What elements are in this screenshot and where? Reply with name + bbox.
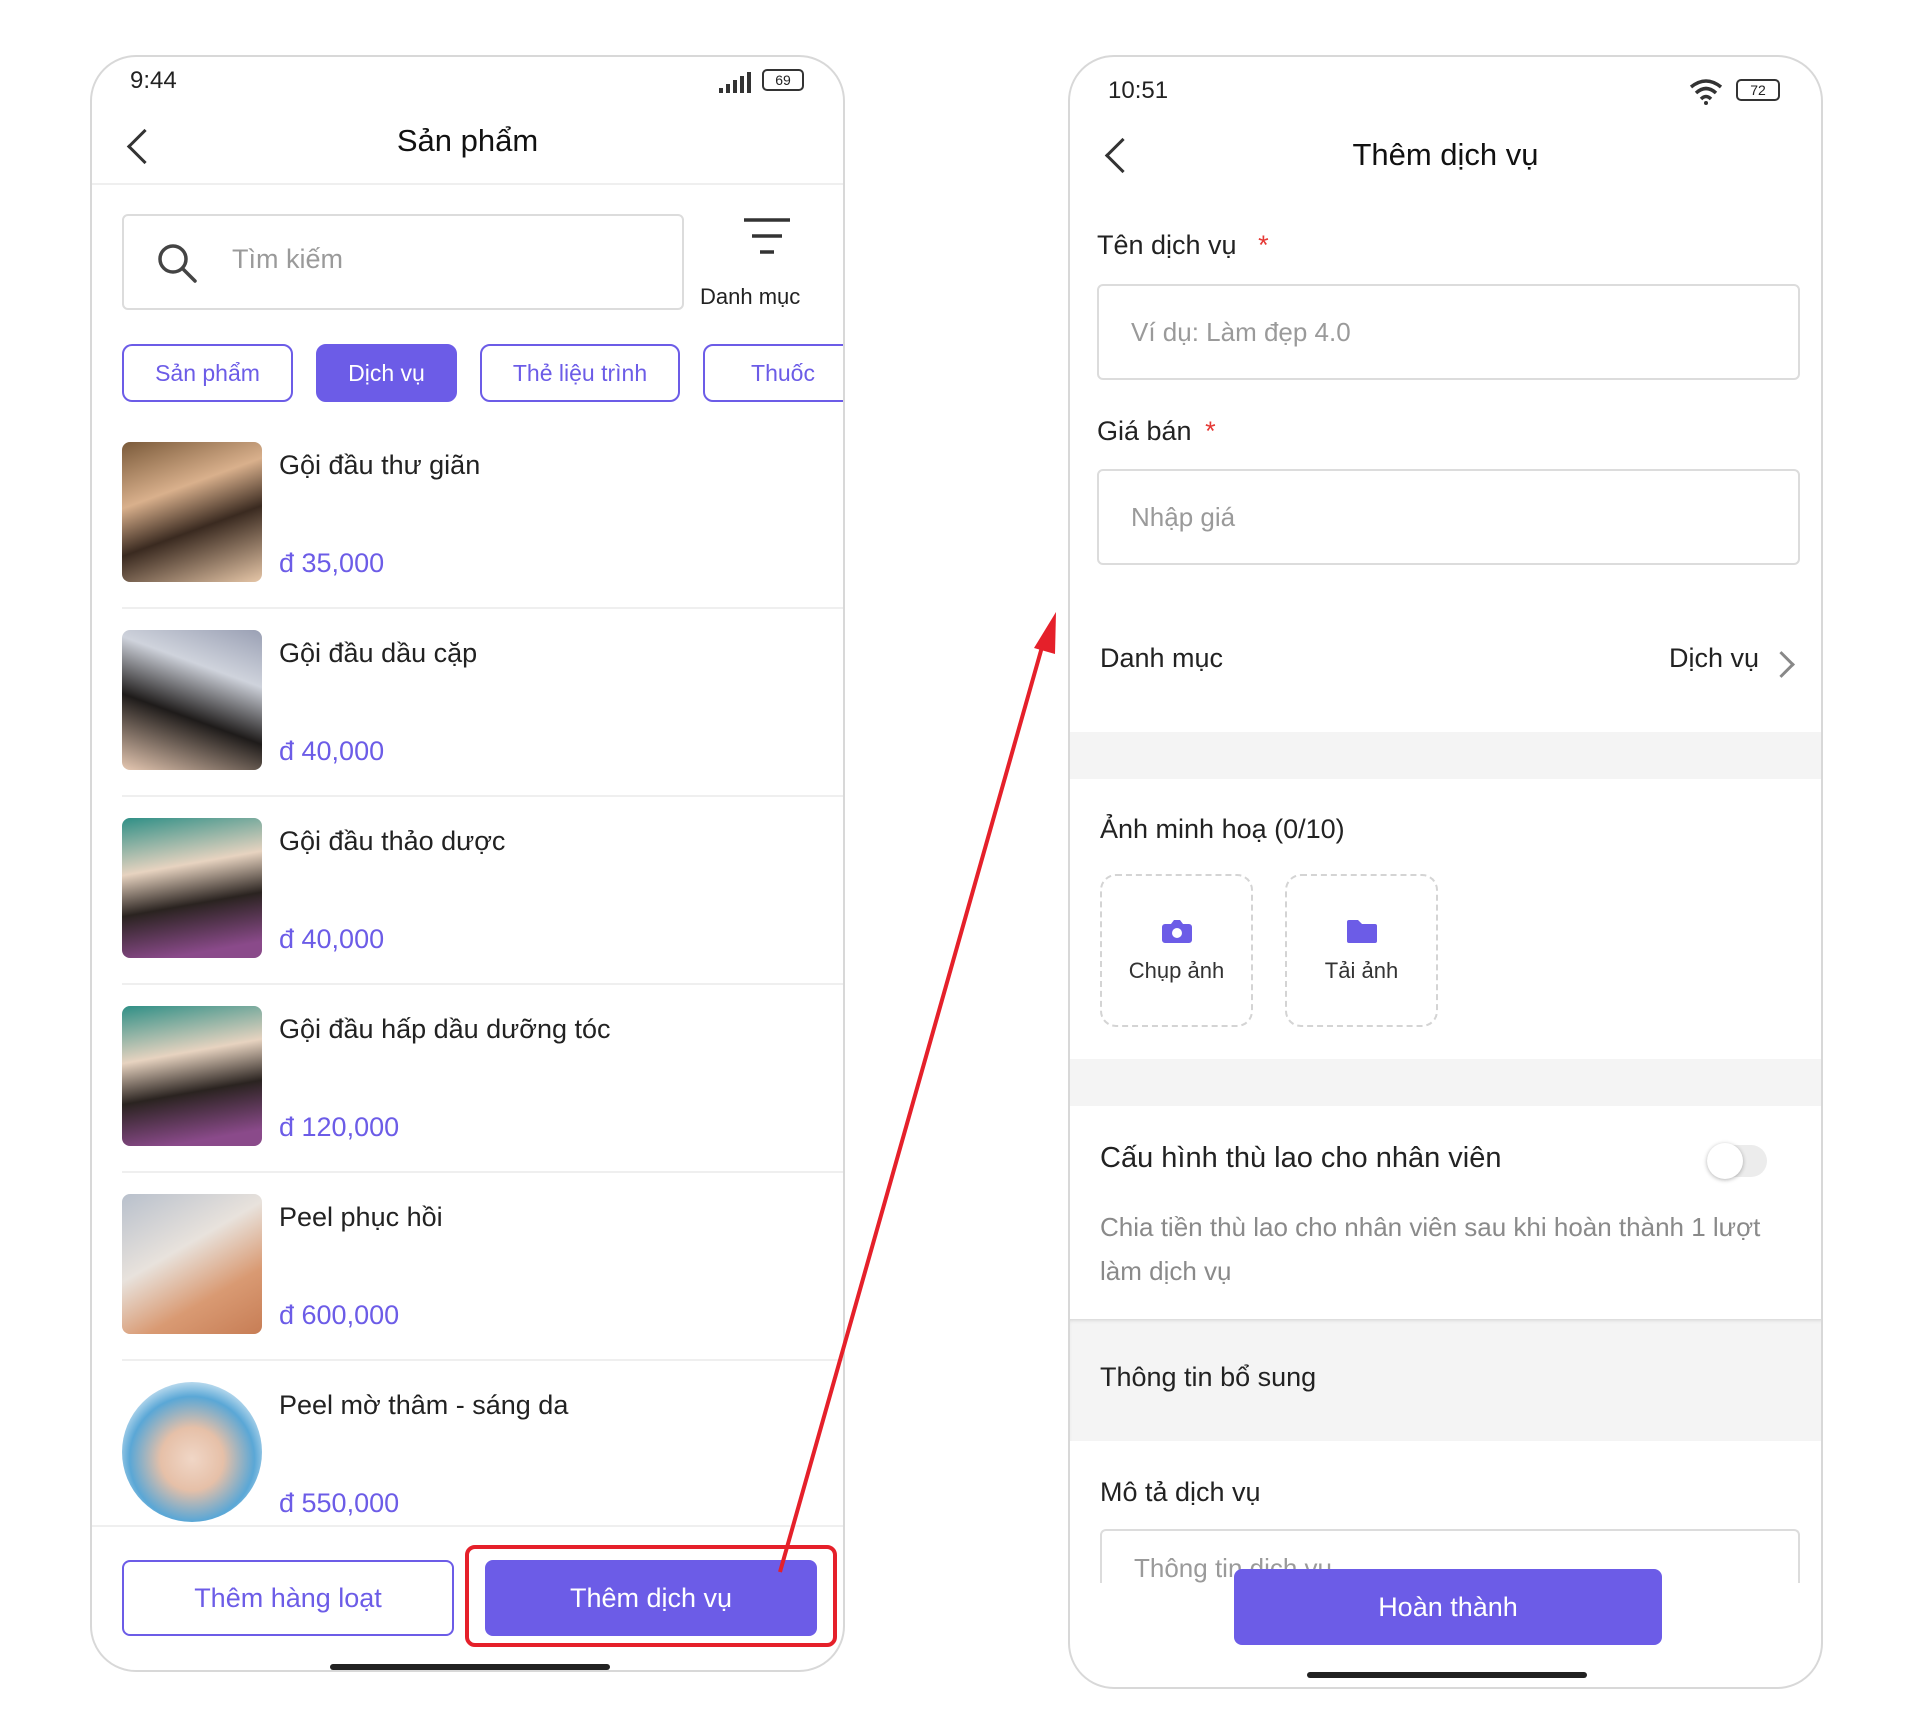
upload-photo-button[interactable]: Tải ảnh [1285,874,1438,1027]
service-name-label-text: Tên dịch vụ [1097,230,1237,260]
service-thumbnail [122,1382,262,1522]
upload-label: Tải ảnh [1324,957,1399,983]
service-price: đ 550,000 [279,1488,400,1518]
row-divider [122,1171,843,1173]
wifi-icon [1689,79,1723,105]
commission-description: Chia tiền thù lao cho nhân viên sau khi … [1100,1212,1761,1286]
category-value: Dịch vụ [1668,643,1759,673]
battery-icon: 69 [762,69,804,91]
price-label-text: Giá bán [1097,416,1192,446]
footer-divider [92,1525,843,1527]
service-price: đ 40,000 [279,736,385,766]
capture-photo-button[interactable]: Chụp ảnh [1100,874,1253,1027]
list-item[interactable]: Peel mờ thâm - sáng da đ 550,000 [122,1382,843,1570]
home-indicator [1307,1672,1587,1678]
category-tabs: Sản phẩm Dịch vụ Thẻ liệu trình Thuốc [122,344,843,406]
service-name: Peel phục hồi [279,1202,443,1232]
battery-level: 69 [775,72,791,88]
service-price: đ 600,000 [279,1300,400,1330]
folder-icon [1346,919,1377,943]
filter-icon [744,218,790,254]
service-name-label: Tên dịch vụ * [1097,230,1269,261]
search-icon [158,244,197,283]
page-title: Sản phẩm [396,123,539,158]
status-time: 9:44 [130,67,177,94]
images-label: Ảnh minh hoạ (0/10) [1100,814,1345,844]
price-label: Giá bán * [1097,416,1216,447]
row-divider [122,607,843,609]
battery-level: 72 [1750,82,1766,98]
commission-title: Cấu hình thù lao cho nhân viên [1100,1142,1502,1174]
row-divider [122,983,843,985]
price-placeholder: Nhập giá [1131,501,1236,532]
category-label: Danh mục [1100,643,1224,673]
category-row[interactable]: Danh mục Dịch vụ [1070,629,1821,699]
service-name-placeholder: Ví dụ: Làm đẹp 4.0 [1131,316,1351,347]
extra-info-title: Thông tin bổ sung [1100,1362,1317,1392]
filter-label: Danh mục [700,284,801,309]
service-name-field[interactable]: Ví dụ: Làm đẹp 4.0 [1097,284,1800,380]
submit-button[interactable]: Hoàn thành [1234,1569,1662,1645]
battery-icon: 72 [1736,79,1780,101]
category-filter-button[interactable]: Danh mục [700,214,822,314]
tab-products[interactable]: Sản phẩm [122,344,293,402]
price-field[interactable]: Nhập giá [1097,469,1800,565]
service-list: Gội đầu thư giãn đ 35,000 Gội đầu dầu cặ… [122,442,843,1599]
list-item[interactable]: Gội đầu dầu cặp đ 40,000 [122,630,843,818]
service-thumbnail [122,442,262,582]
signal-icon [719,72,751,93]
chevron-right-icon [1768,651,1795,678]
service-price: đ 40,000 [279,924,385,954]
tab-treatment-cards[interactable]: Thẻ liệu trình [480,344,680,402]
service-thumbnail [122,1006,262,1146]
row-divider [122,1359,843,1361]
status-time: 10:51 [1108,77,1169,104]
camera-icon [1161,919,1192,943]
list-item[interactable]: Gội đầu hấp dầu dưỡng tóc đ 120,000 [122,1006,843,1194]
highlight-box [465,1545,837,1647]
extra-info-header: Thông tin bổ sung [1070,1319,1821,1441]
service-thumbnail [122,630,262,770]
service-name: Gội đầu thư giãn [279,450,481,480]
bulk-add-button[interactable]: Thêm hàng loạt [122,1560,454,1636]
search-input[interactable]: Tìm kiếm [122,214,684,310]
service-thumbnail [122,818,262,958]
service-price: đ 35,000 [279,548,385,578]
list-item[interactable]: Peel phục hồi đ 600,000 [122,1194,843,1382]
section-gap [1070,732,1821,779]
capture-label: Chụp ảnh [1128,957,1225,983]
toggle-knob [1707,1143,1743,1179]
service-name: Gội đầu thảo dược [279,826,506,856]
page-title: Thêm dịch vụ [1352,137,1539,172]
tab-medicine[interactable]: Thuốc [703,344,843,402]
section-gap [1070,1059,1821,1106]
service-name: Gội đầu dầu cặp [279,638,478,668]
row-divider [122,795,843,797]
add-service-screen: 10:51 72 Thêm dịch vụ Tên dịch vụ * Ví d… [1068,55,1823,1689]
service-price: đ 120,000 [279,1112,400,1142]
commission-toggle[interactable] [1707,1143,1767,1179]
search-placeholder: Tìm kiếm [232,244,343,274]
service-thumbnail [122,1194,262,1334]
products-screen: 9:44 69 Sản phẩm Tìm kiếm Danh mục Sản p… [90,55,845,1672]
service-name: Gội đầu hấp dầu dưỡng tóc [279,1014,611,1044]
list-item[interactable]: Gội đầu thư giãn đ 35,000 [122,442,843,630]
tab-services[interactable]: Dịch vụ [316,344,457,402]
header-divider [92,183,843,185]
required-mark: * [1258,230,1269,260]
list-item[interactable]: Gội đầu thảo dược đ 40,000 [122,818,843,1006]
required-mark: * [1205,416,1216,446]
service-name: Peel mờ thâm - sáng da [279,1390,569,1420]
description-label: Mô tả dịch vụ [1100,1477,1261,1507]
home-indicator [330,1664,610,1670]
